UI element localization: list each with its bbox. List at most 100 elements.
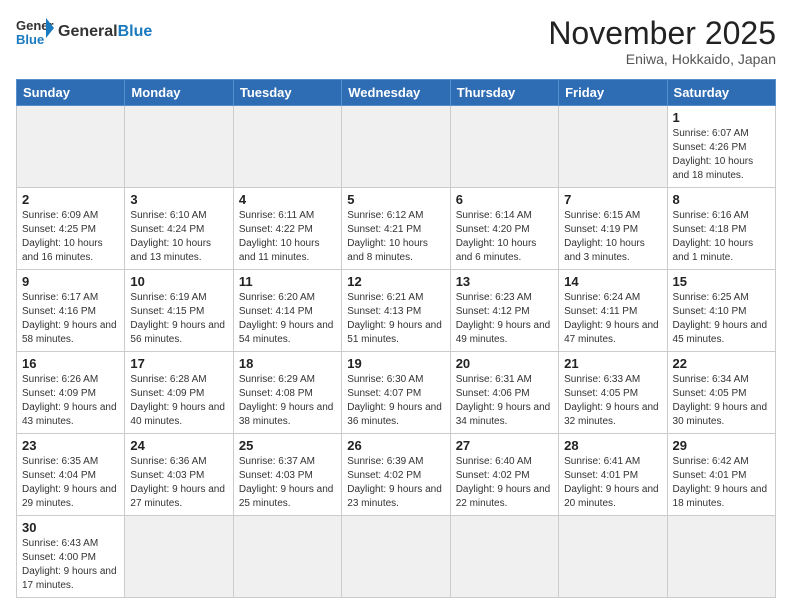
table-row: 21 Sunrise: 6:33 AM Sunset: 4:05 PM Dayli…: [559, 352, 667, 434]
table-row: 19 Sunrise: 6:30 AM Sunset: 4:07 PM Dayli…: [342, 352, 450, 434]
day-number: 22: [673, 356, 770, 371]
table-row: 9Sunrise: 6:17 AM Sunset: 4:16 PM Daylig…: [17, 270, 125, 352]
table-row: 14Sunrise: 6:24 AM Sunset: 4:11 PM Dayli…: [559, 270, 667, 352]
calendar-week-row: 16Sunrise: 6:26 AM Sunset: 4:09 PM Dayli…: [17, 352, 776, 434]
logo-icon: General Blue: [16, 16, 54, 48]
col-saturday: Saturday: [667, 80, 775, 106]
table-row: 28 Sunrise: 6:41 AM Sunset: 4:01 PM Dayli…: [559, 434, 667, 516]
day-number: 14: [564, 274, 661, 289]
day-info: Sunrise: 6:28 AM Sunset: 4:09 PM Dayligh…: [130, 373, 227, 429]
day-number: 24: [130, 438, 227, 453]
day-info: Sunrise: 6:36 AM Sunset: 4:03 PM Dayligh…: [130, 455, 227, 511]
calendar-week-row: 2Sunrise: 6:09 AM Sunset: 4:25 PM Daylig…: [17, 188, 776, 270]
table-row: 24 Sunrise: 6:36 AM Sunset: 4:03 PM Dayli…: [125, 434, 233, 516]
svg-text:Blue: Blue: [16, 32, 44, 47]
table-row: 10Sunrise: 6:19 AM Sunset: 4:15 PM Dayli…: [125, 270, 233, 352]
table-row: 4 Sunrise: 6:11 AM Sunset: 4:22 PM Daylig…: [233, 188, 341, 270]
day-number: 11: [239, 274, 336, 289]
table-row: [125, 106, 233, 188]
table-row: 1Sunrise: 6:07 AM Sunset: 4:26 PM Daylig…: [667, 106, 775, 188]
table-row: 16Sunrise: 6:26 AM Sunset: 4:09 PM Dayli…: [17, 352, 125, 434]
day-number: 9: [22, 274, 119, 289]
table-row: 6Sunrise: 6:14 AM Sunset: 4:20 PM Daylig…: [450, 188, 558, 270]
day-info: Sunrise: 6:41 AM Sunset: 4:01 PM Dayligh…: [564, 455, 661, 511]
page-header: General Blue GeneralBlue November 2025 E…: [16, 16, 776, 67]
day-info: Sunrise: 6:31 AM Sunset: 4:06 PM Dayligh…: [456, 373, 553, 429]
table-row: 13Sunrise: 6:23 AM Sunset: 4:12 PM Dayli…: [450, 270, 558, 352]
table-row: 30Sunrise: 6:43 AM Sunset: 4:00 PM Dayli…: [17, 516, 125, 598]
table-row: [233, 106, 341, 188]
day-number: 18: [239, 356, 336, 371]
table-row: [17, 106, 125, 188]
day-info: Sunrise: 6:26 AM Sunset: 4:09 PM Dayligh…: [22, 373, 119, 429]
day-info: Sunrise: 6:23 AM Sunset: 4:12 PM Dayligh…: [456, 291, 553, 347]
day-info: Sunrise: 6:10 AM Sunset: 4:24 PM Dayligh…: [130, 209, 227, 265]
location: Eniwa, Hokkaido, Japan: [548, 51, 776, 67]
table-row: 25Sunrise: 6:37 AM Sunset: 4:03 PM Dayli…: [233, 434, 341, 516]
day-number: 21: [564, 356, 661, 371]
table-row: [450, 516, 558, 598]
day-number: 7: [564, 192, 661, 207]
day-number: 19: [347, 356, 444, 371]
calendar-week-row: 1Sunrise: 6:07 AM Sunset: 4:26 PM Daylig…: [17, 106, 776, 188]
table-row: 11 Sunrise: 6:20 AM Sunset: 4:14 PM Dayli…: [233, 270, 341, 352]
col-thursday: Thursday: [450, 80, 558, 106]
day-info: Sunrise: 6:11 AM Sunset: 4:22 PM Dayligh…: [239, 209, 336, 265]
day-number: 26: [347, 438, 444, 453]
day-number: 29: [673, 438, 770, 453]
table-row: [342, 106, 450, 188]
table-row: [342, 516, 450, 598]
table-row: 3Sunrise: 6:10 AM Sunset: 4:24 PM Daylig…: [125, 188, 233, 270]
day-info: Sunrise: 6:43 AM Sunset: 4:00 PM Dayligh…: [22, 537, 119, 593]
table-row: 2Sunrise: 6:09 AM Sunset: 4:25 PM Daylig…: [17, 188, 125, 270]
day-info: Sunrise: 6:33 AM Sunset: 4:05 PM Dayligh…: [564, 373, 661, 429]
col-wednesday: Wednesday: [342, 80, 450, 106]
table-row: 20Sunrise: 6:31 AM Sunset: 4:06 PM Dayli…: [450, 352, 558, 434]
table-row: 27 Sunrise: 6:40 AM Sunset: 4:02 PM Dayli…: [450, 434, 558, 516]
title-block: November 2025 Eniwa, Hokkaido, Japan: [548, 16, 776, 67]
month-title: November 2025: [548, 16, 776, 51]
table-row: [667, 516, 775, 598]
day-info: Sunrise: 6:14 AM Sunset: 4:20 PM Dayligh…: [456, 209, 553, 265]
table-row: [559, 106, 667, 188]
day-number: 23: [22, 438, 119, 453]
day-number: 12: [347, 274, 444, 289]
day-info: Sunrise: 6:21 AM Sunset: 4:13 PM Dayligh…: [347, 291, 444, 347]
col-monday: Monday: [125, 80, 233, 106]
calendar-header-row: Sunday Monday Tuesday Wednesday Thursday…: [17, 80, 776, 106]
table-row: [450, 106, 558, 188]
day-info: Sunrise: 6:34 AM Sunset: 4:05 PM Dayligh…: [673, 373, 770, 429]
day-info: Sunrise: 6:29 AM Sunset: 4:08 PM Dayligh…: [239, 373, 336, 429]
table-row: [233, 516, 341, 598]
table-row: 5Sunrise: 6:12 AM Sunset: 4:21 PM Daylig…: [342, 188, 450, 270]
table-row: 22 Sunrise: 6:34 AM Sunset: 4:05 PM Dayli…: [667, 352, 775, 434]
day-info: Sunrise: 6:30 AM Sunset: 4:07 PM Dayligh…: [347, 373, 444, 429]
table-row: [559, 516, 667, 598]
day-number: 5: [347, 192, 444, 207]
table-row: 8Sunrise: 6:16 AM Sunset: 4:18 PM Daylig…: [667, 188, 775, 270]
table-row: 18 Sunrise: 6:29 AM Sunset: 4:08 PM Dayli…: [233, 352, 341, 434]
calendar-week-row: 9Sunrise: 6:17 AM Sunset: 4:16 PM Daylig…: [17, 270, 776, 352]
day-info: Sunrise: 6:20 AM Sunset: 4:14 PM Dayligh…: [239, 291, 336, 347]
day-number: 4: [239, 192, 336, 207]
day-number: 27: [456, 438, 553, 453]
table-row: 7 Sunrise: 6:15 AM Sunset: 4:19 PM Daylig…: [559, 188, 667, 270]
day-number: 28: [564, 438, 661, 453]
logo-text: GeneralBlue: [58, 23, 152, 41]
day-info: Sunrise: 6:19 AM Sunset: 4:15 PM Dayligh…: [130, 291, 227, 347]
day-info: Sunrise: 6:07 AM Sunset: 4:26 PM Dayligh…: [673, 127, 770, 183]
day-number: 17: [130, 356, 227, 371]
day-info: Sunrise: 6:09 AM Sunset: 4:25 PM Dayligh…: [22, 209, 119, 265]
table-row: 15 Sunrise: 6:25 AM Sunset: 4:10 PM Dayli…: [667, 270, 775, 352]
table-row: 17 Sunrise: 6:28 AM Sunset: 4:09 PM Dayli…: [125, 352, 233, 434]
calendar-week-row: 30Sunrise: 6:43 AM Sunset: 4:00 PM Dayli…: [17, 516, 776, 598]
day-info: Sunrise: 6:42 AM Sunset: 4:01 PM Dayligh…: [673, 455, 770, 511]
day-info: Sunrise: 6:16 AM Sunset: 4:18 PM Dayligh…: [673, 209, 770, 265]
day-number: 25: [239, 438, 336, 453]
day-info: Sunrise: 6:25 AM Sunset: 4:10 PM Dayligh…: [673, 291, 770, 347]
table-row: 23Sunrise: 6:35 AM Sunset: 4:04 PM Dayli…: [17, 434, 125, 516]
day-info: Sunrise: 6:15 AM Sunset: 4:19 PM Dayligh…: [564, 209, 661, 265]
day-number: 15: [673, 274, 770, 289]
calendar-week-row: 23Sunrise: 6:35 AM Sunset: 4:04 PM Dayli…: [17, 434, 776, 516]
day-info: Sunrise: 6:40 AM Sunset: 4:02 PM Dayligh…: [456, 455, 553, 511]
